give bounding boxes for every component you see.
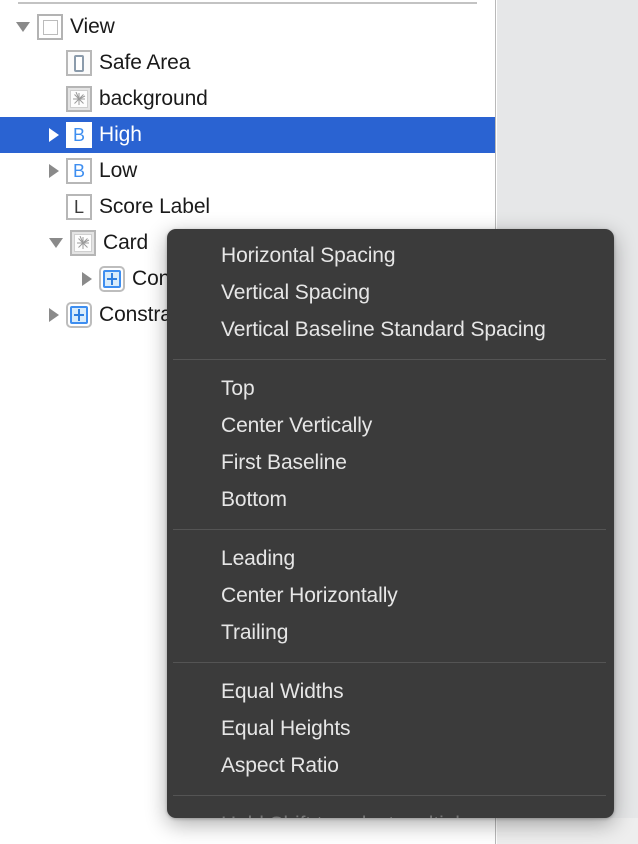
twisty-spacer <box>49 92 59 106</box>
menu-item-center-vertically[interactable]: Center Vertically <box>167 407 614 444</box>
canvas-bottom-strip <box>497 818 638 844</box>
outline-row-label: Safe Area <box>99 51 191 74</box>
twisty-spacer <box>49 56 59 70</box>
menu-separator <box>173 529 606 530</box>
menu-item-first-baseline[interactable]: First Baseline <box>167 444 614 481</box>
safe-area-icon <box>66 50 92 76</box>
menu-item-aspect-ratio[interactable]: Aspect Ratio <box>167 747 614 784</box>
menu-separator <box>173 795 606 796</box>
menu-item-hold-shift-to-select-multiple: Hold Shift to select multiple <box>167 806 614 818</box>
outline-row-label: background <box>99 87 208 110</box>
menu-item-vertical-spacing[interactable]: Vertical Spacing <box>167 274 614 311</box>
menu-item-horizontal-spacing[interactable]: Horizontal Spacing <box>167 237 614 274</box>
outline-row-high[interactable]: B High <box>0 117 495 153</box>
twisty-spacer <box>49 200 59 214</box>
add-constraints-popup-menu[interactable]: Horizontal Spacing Vertical Spacing Vertic… <box>167 229 614 818</box>
disclosure-triangle-down-icon[interactable] <box>16 22 30 32</box>
button-b-icon: B <box>66 158 92 184</box>
menu-item-equal-heights[interactable]: Equal Heights <box>167 710 614 747</box>
disclosure-triangle-right-icon[interactable] <box>82 272 92 286</box>
outline-row-label: Card <box>103 231 149 254</box>
view-square-icon <box>37 14 63 40</box>
outline-row-label: Low <box>99 159 138 182</box>
outline-row-background[interactable]: background <box>0 81 495 117</box>
outline-row-low[interactable]: B Low <box>0 153 495 189</box>
menu-item-top[interactable]: Top <box>167 370 614 407</box>
label-l-icon: L <box>66 194 92 220</box>
outline-row-label: Score Label <box>99 195 210 218</box>
menu-item-center-horizontally[interactable]: Center Horizontally <box>167 577 614 614</box>
menu-item-trailing[interactable]: Trailing <box>167 614 614 651</box>
image-view-icon <box>70 230 96 256</box>
constraints-icon <box>99 266 125 292</box>
menu-item-equal-widths[interactable]: Equal Widths <box>167 673 614 710</box>
constraints-icon <box>66 302 92 328</box>
menu-separator <box>173 662 606 663</box>
outline-row-score-label[interactable]: L Score Label <box>0 189 495 225</box>
outline-row-label: View <box>70 15 115 38</box>
image-view-icon <box>66 86 92 112</box>
disclosure-triangle-down-icon[interactable] <box>49 238 63 248</box>
button-b-icon: B <box>66 122 92 148</box>
menu-separator <box>173 359 606 360</box>
menu-item-leading[interactable]: Leading <box>167 540 614 577</box>
menu-item-bottom[interactable]: Bottom <box>167 481 614 518</box>
disclosure-triangle-right-icon[interactable] <box>49 308 59 322</box>
outline-row-view[interactable]: View <box>0 9 495 45</box>
outline-row-label: High <box>99 123 142 146</box>
disclosure-triangle-right-icon[interactable] <box>49 128 59 142</box>
outline-top-divider <box>18 2 477 4</box>
menu-item-vertical-baseline-standard-spacing[interactable]: Vertical Baseline Standard Spacing <box>167 311 614 348</box>
disclosure-triangle-right-icon[interactable] <box>49 164 59 178</box>
outline-row-safe-area[interactable]: Safe Area <box>0 45 495 81</box>
